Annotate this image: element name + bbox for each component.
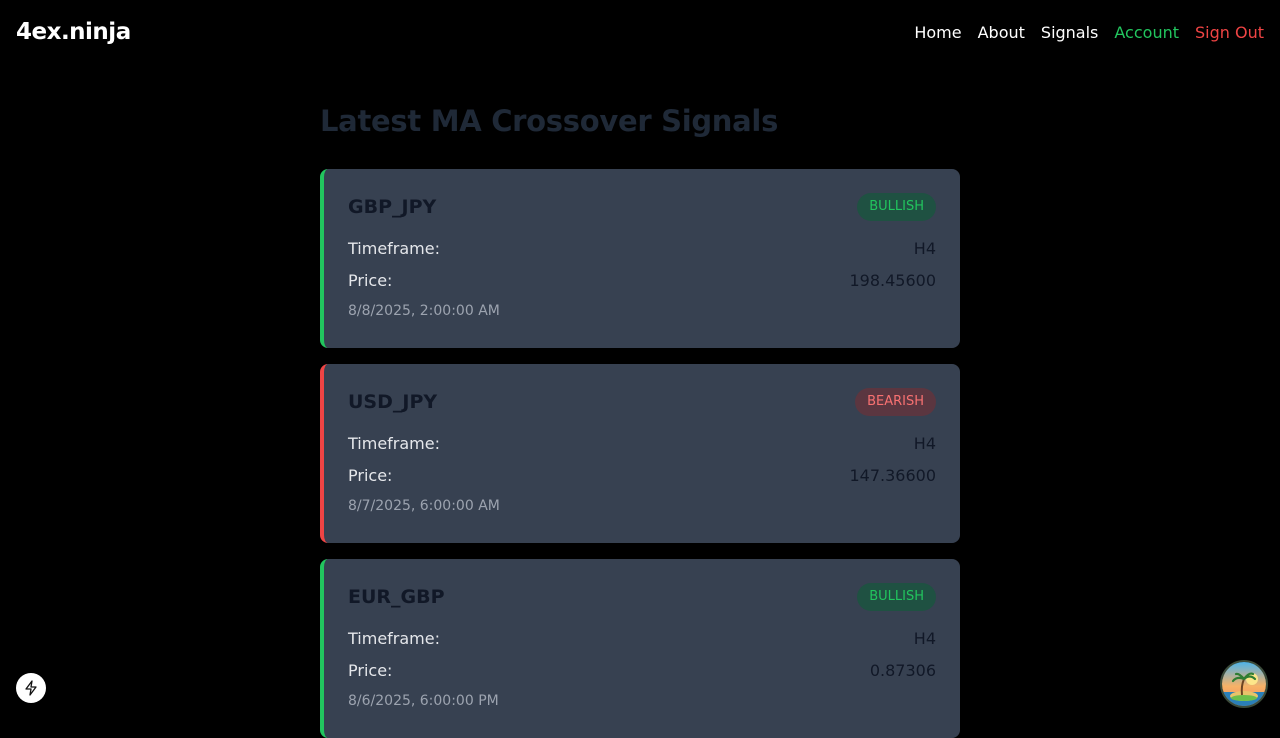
navbar: 4ex.ninja Home About Signals Account Sig… (0, 0, 1280, 68)
signal-card-header: EUR_GBP BULLISH (348, 583, 936, 611)
signal-timestamp: 8/7/2025, 6:00:00 AM (348, 498, 500, 514)
signal-card: EUR_GBP BULLISH Timeframe: H4 Price: 0.8… (320, 559, 960, 738)
signal-list: GBP_JPY BULLISH Timeframe: H4 Price: 198… (320, 169, 960, 738)
signal-card: USD_JPY BEARISH Timeframe: H4 Price: 147… (320, 364, 960, 543)
nav-home-link[interactable]: Home (914, 23, 961, 42)
price-value: 0.87306 (869, 661, 936, 680)
brand-logo[interactable]: 4ex.ninja (16, 19, 131, 45)
direction-badge: BULLISH (857, 193, 936, 221)
direction-badge: BULLISH (857, 583, 936, 611)
price-row: Price: 147.36600 (348, 466, 936, 486)
timeframe-label: Timeframe: (348, 239, 440, 258)
signal-card-header: USD_JPY BEARISH (348, 388, 936, 416)
price-value: 198.45600 (849, 271, 936, 290)
nav-sign-out-link[interactable]: Sign Out (1195, 23, 1264, 42)
signal-timestamp: 8/8/2025, 2:00:00 AM (348, 303, 500, 319)
signal-card-header: GBP_JPY BULLISH (348, 193, 936, 221)
timeframe-row: Timeframe: H4 (348, 239, 936, 259)
signal-pair: GBP_JPY (348, 196, 437, 218)
signal-card: GBP_JPY BULLISH Timeframe: H4 Price: 198… (320, 169, 960, 348)
direction-badge: BEARISH (855, 388, 936, 416)
avatar[interactable] (1220, 660, 1268, 708)
signal-timestamp: 8/6/2025, 6:00:00 PM (348, 693, 499, 709)
nav-account-link[interactable]: Account (1114, 23, 1179, 42)
price-label: Price: (348, 271, 393, 290)
price-label: Price: (348, 466, 393, 485)
lightning-icon (25, 680, 37, 696)
timeframe-label: Timeframe: (348, 629, 440, 648)
timeframe-value: H4 (913, 239, 936, 258)
page-title: Latest MA Crossover Signals (320, 104, 779, 138)
timeframe-row: Timeframe: H4 (348, 629, 936, 649)
price-label: Price: (348, 661, 393, 680)
timeframe-label: Timeframe: (348, 434, 440, 453)
nav-links: Home About Signals Account Sign Out (914, 23, 1264, 42)
timeframe-value: H4 (913, 434, 936, 453)
signal-pair: EUR_GBP (348, 586, 445, 608)
price-row: Price: 198.45600 (348, 271, 936, 291)
palm-island-icon (1222, 662, 1266, 706)
timeframe-value: H4 (913, 629, 936, 648)
timeframe-row: Timeframe: H4 (348, 434, 936, 454)
nav-signals-link[interactable]: Signals (1041, 23, 1098, 42)
signal-pair: USD_JPY (348, 391, 438, 413)
price-row: Price: 0.87306 (348, 661, 936, 681)
main-content: Latest MA Crossover Signals GBP_JPY BULL… (320, 100, 960, 738)
price-value: 147.36600 (849, 466, 936, 485)
dev-tools-button[interactable] (16, 673, 46, 703)
nav-about-link[interactable]: About (978, 23, 1025, 42)
